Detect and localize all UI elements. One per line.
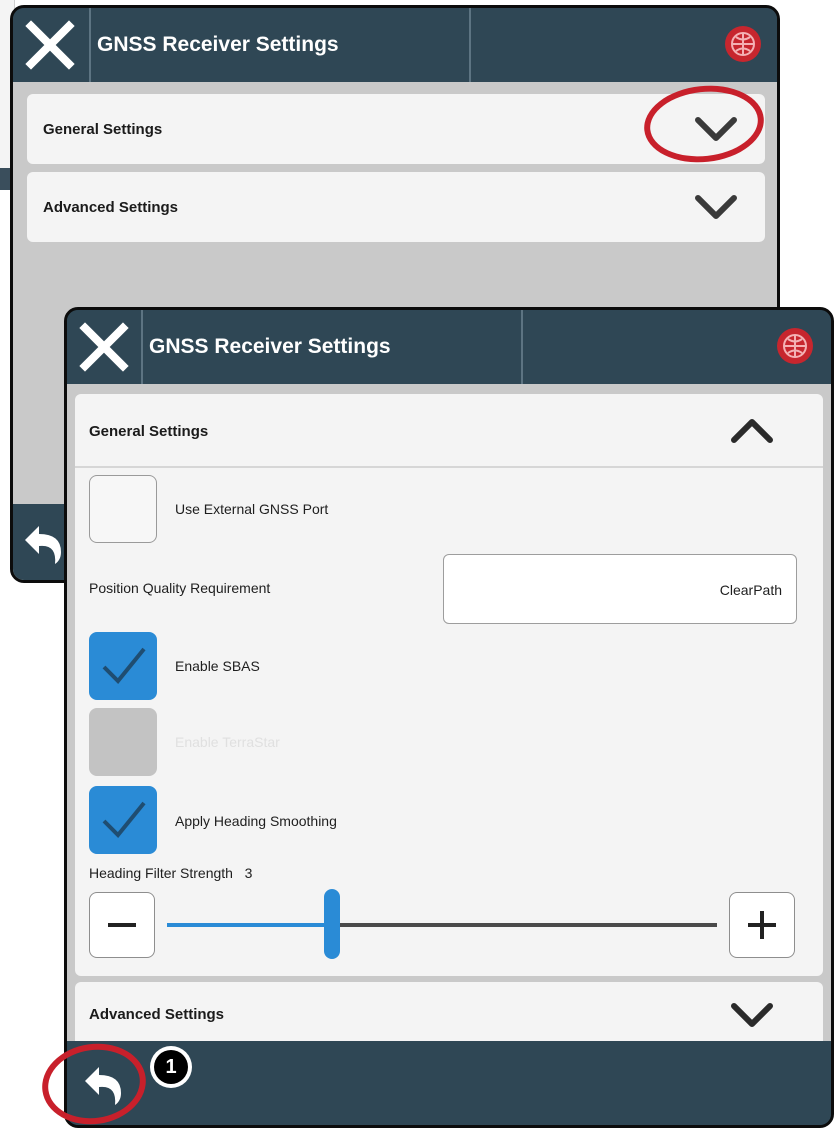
title-bar: GNSS Receiver Settings [13,8,777,82]
position-quality-field[interactable]: ClearPath [443,554,797,624]
heading-filter-label: Heading Filter Strength 3 [89,865,253,881]
position-quality-label: Position Quality Requirement [89,580,271,596]
increase-button[interactable] [729,892,795,958]
chevron-down-icon [695,195,737,219]
window-title: GNSS Receiver Settings [97,33,339,56]
section-label: Advanced Settings [43,199,179,216]
section-label: General Settings [89,423,209,440]
section-advanced-settings[interactable]: Advanced Settings [27,172,765,242]
decrease-button[interactable] [89,892,155,958]
settings-content: General Settings Use External GNSS Port … [67,384,831,1048]
close-button[interactable] [13,8,87,82]
use-external-port-label: Use External GNSS Port [175,501,329,517]
position-quality-value: ClearPath [719,582,782,598]
section-label: General Settings [43,121,163,138]
heading-filter-slider[interactable] [167,889,717,959]
section-general-settings-expanded: General Settings Use External GNSS Port … [75,394,823,976]
callout-number-badge: 1 [150,1046,192,1088]
close-button[interactable] [67,310,141,384]
use-external-port-checkbox[interactable] [89,475,157,543]
chevron-down-icon [731,1003,773,1027]
apply-heading-smoothing-label: Apply Heading Smoothing [175,813,337,829]
gnss-status-icon[interactable] [777,328,813,364]
checkmark-icon [102,647,146,684]
enable-sbas-label: Enable SBAS [175,658,260,674]
section-advanced-settings[interactable]: Advanced Settings [75,982,823,1048]
back-arrow-icon [25,526,61,564]
slider-handle[interactable] [324,889,340,959]
enable-terrastar-label: Enable TerraStar [175,734,280,750]
enable-sbas-checkbox[interactable] [89,632,157,700]
gnss-settings-window-expanded: GNSS Receiver Settings General Settings … [64,307,834,1128]
minus-icon [108,923,136,927]
enable-terrastar-checkbox [89,708,157,776]
checkmark-icon [102,801,146,838]
section-label: Advanced Settings [89,1006,225,1023]
chevron-up-icon [731,419,773,443]
title-bar: GNSS Receiver Settings [67,310,831,384]
gnss-status-icon[interactable] [725,26,761,62]
window-title: GNSS Receiver Settings [149,335,391,358]
close-icon [79,322,129,372]
heading-filter-value: 3 [244,865,253,881]
plus-icon [748,911,776,939]
close-icon [25,20,75,70]
section-header[interactable]: General Settings [75,394,823,468]
apply-heading-smoothing-checkbox[interactable] [89,786,157,854]
